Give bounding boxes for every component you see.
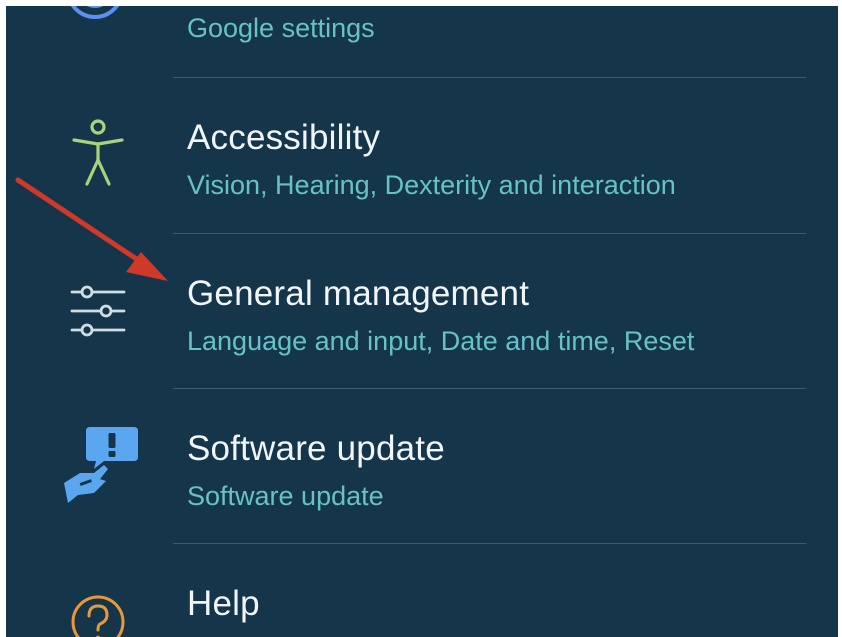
settings-item-general-management-title: General management bbox=[187, 274, 530, 313]
settings-item-software-update[interactable]: Software update Software update bbox=[6, 389, 838, 544]
settings-item-accessibility-subtitle: Vision, Hearing, Dexterity and interacti… bbox=[187, 170, 676, 200]
settings-item-general-management[interactable]: General management Language and input, D… bbox=[6, 234, 838, 389]
settings-item-general-management-subtitle: Language and input, Date and time, Reset bbox=[187, 326, 695, 356]
settings-item-google-subtitle: Google settings bbox=[187, 13, 375, 43]
accessibility-icon bbox=[72, 119, 124, 186]
settings-item-help[interactable]: Help bbox=[6, 544, 838, 637]
software-update-icon bbox=[64, 427, 138, 503]
sliders-icon bbox=[70, 285, 126, 337]
settings-item-software-update-title: Software update bbox=[187, 429, 445, 468]
settings-item-help-title: Help bbox=[187, 584, 260, 623]
settings-item-accessibility-title: Accessibility bbox=[187, 118, 381, 157]
settings-item-google[interactable]: Google settings bbox=[6, 6, 838, 79]
google-icon bbox=[70, 6, 120, 19]
settings-item-accessibility[interactable]: Accessibility Vision, Hearing, Dexterity… bbox=[6, 78, 838, 233]
help-icon bbox=[71, 595, 125, 637]
settings-screen: Google settings Accessibility Vision, He… bbox=[6, 6, 838, 637]
settings-item-software-update-subtitle: Software update bbox=[187, 481, 384, 511]
